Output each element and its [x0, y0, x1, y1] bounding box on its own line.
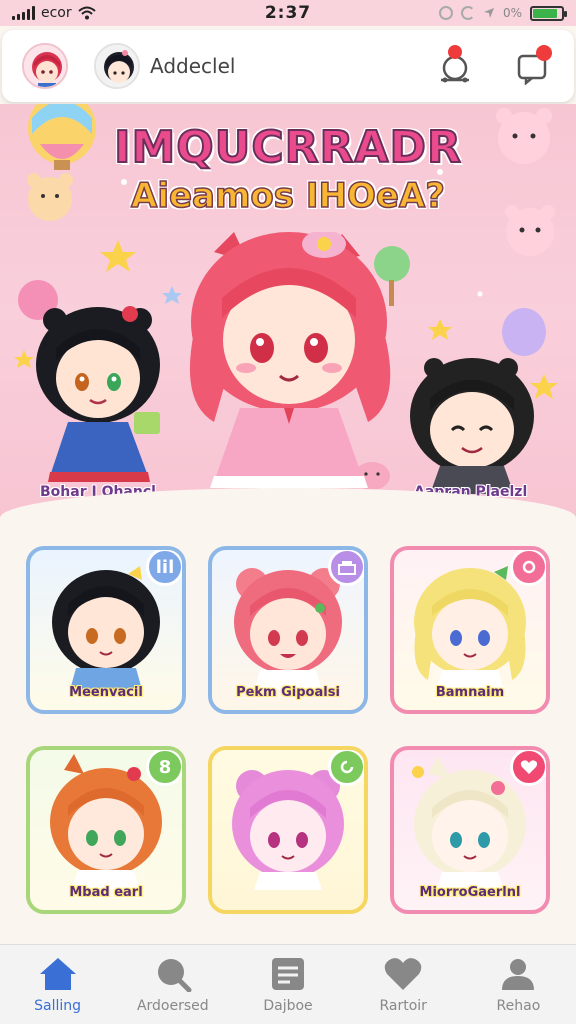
header-actions: [434, 45, 554, 87]
battery-percent: 0%: [502, 6, 522, 20]
status-bar: ecor 2:37 0%: [0, 0, 576, 26]
nav-label: Ardoersed: [136, 997, 209, 1014]
hero-character-right: [410, 358, 534, 494]
carrier-label: ecor: [41, 5, 72, 21]
character-name: MiorroGaerlnl: [419, 885, 521, 900]
card-badge: [328, 550, 364, 586]
nav-label: Dajboe: [263, 997, 313, 1014]
nav-item-list[interactable]: Dajboe: [230, 945, 345, 1024]
status-left: ecor: [12, 5, 212, 21]
header-title: Addeclel: [150, 54, 236, 78]
character-name: Pekm Gipoalsi: [236, 685, 340, 700]
heart-icon: [520, 760, 538, 774]
character-name: Bamnaim: [435, 685, 505, 700]
character-card-5[interactable]: [208, 746, 368, 914]
battery-icon: [530, 5, 567, 21]
notification-button[interactable]: [434, 45, 476, 87]
character-card-6[interactable]: MiorroGaerlnl: [390, 746, 550, 914]
search-icon: [157, 958, 192, 992]
list-icon: [272, 957, 304, 990]
card-badge: 8: [146, 750, 182, 786]
home-icon: [39, 957, 76, 990]
character-card-2[interactable]: Pekm Gipoalsi: [208, 546, 368, 714]
header-card: Addeclel: [2, 30, 574, 102]
hero-character-center: [189, 232, 391, 500]
refresh-icon: [340, 760, 354, 774]
heart-icon: [384, 957, 422, 990]
message-dot: [536, 45, 552, 61]
nav-item-profile[interactable]: Rehao: [461, 945, 576, 1024]
card-badge: [510, 750, 546, 786]
card-badge: [328, 750, 364, 786]
alarm-icon: [438, 6, 453, 20]
character-name: Meenvacil: [69, 685, 143, 700]
hero-banner[interactable]: IMQUCRRADR Aieamos IHOeA? Bohar I Ohancl…: [0, 104, 576, 520]
hero-title: IMQUCRRADR: [113, 121, 462, 174]
location-icon: [483, 8, 494, 18]
people-icon: [502, 958, 535, 990]
hero-subtitle: Aieamos IHOeA?: [130, 175, 445, 217]
card-badge: lil: [146, 550, 182, 586]
gift-icon: [338, 561, 356, 575]
status-right: 0%: [364, 5, 567, 21]
nav-item-favorites[interactable]: Rartoir: [346, 945, 461, 1024]
nav-label: Rartoir: [379, 997, 427, 1014]
user-avatar[interactable]: [22, 43, 68, 89]
wifi-icon: [77, 6, 96, 20]
nav-item-home[interactable]: Salling: [0, 945, 115, 1024]
notification-dot: [448, 45, 462, 59]
status-time: 2:37: [264, 3, 312, 23]
character-card-4[interactable]: 8 Mbad earl: [26, 746, 186, 914]
heart-icon: [522, 560, 536, 574]
hero-character-left: [36, 306, 160, 482]
character-name: Mbad earl: [69, 885, 143, 900]
nav-item-search[interactable]: Ardoersed: [115, 945, 230, 1024]
friend-avatar[interactable]: [94, 43, 140, 89]
card-badge: [510, 550, 546, 586]
nav-label: Salling: [34, 997, 82, 1014]
character-card-1[interactable]: lil Meenvacil: [26, 546, 186, 714]
nav-label: Rehao: [496, 997, 541, 1014]
bottom-navigation: Salling Ardoersed Dajboe Rartoir Rehao: [0, 944, 576, 1024]
messages-button[interactable]: [512, 45, 554, 87]
sync-icon: [460, 6, 475, 20]
character-card-3[interactable]: Bamnaim: [390, 546, 550, 714]
signal-icon: [12, 6, 35, 20]
